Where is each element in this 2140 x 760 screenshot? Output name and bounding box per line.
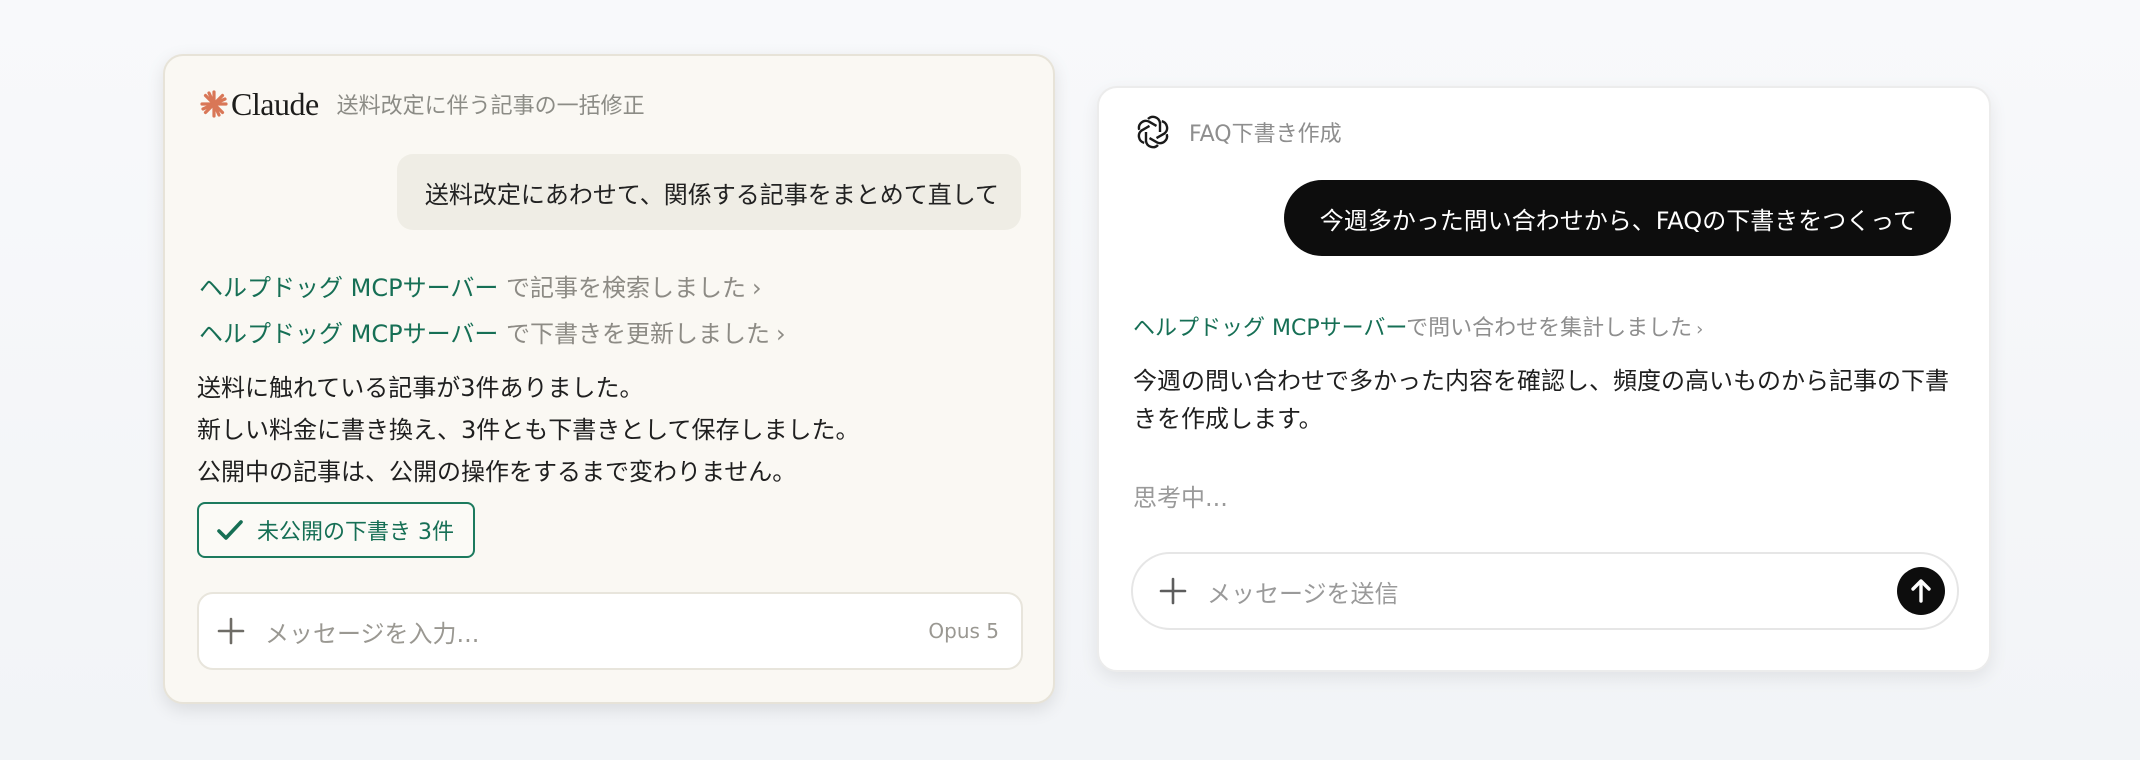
chatgpt-chat-panel: FAQ下書き作成 今週多かった問い合わせから、FAQの下書きをつくって ヘルプド… — [1097, 86, 1991, 672]
openai-logo-icon — [1137, 115, 1169, 149]
message-input-box[interactable]: メッセージを入力... Opus 5 — [197, 592, 1023, 670]
message-input-box[interactable]: メッセージを送信 — [1131, 552, 1959, 630]
response-line: 公開中の記事は、公開の操作をするまで変わりません。 — [197, 458, 797, 486]
draft-badge-label: 未公開の下書き 3件 — [257, 520, 454, 545]
chevron-right-icon: › — [751, 274, 762, 302]
plus-icon[interactable] — [217, 617, 245, 645]
tool-call-search[interactable]: ヘルプドッグ MCPサーバー で記事を検索しました › — [199, 268, 762, 303]
draft-count-badge[interactable]: 未公開の下書き 3件 — [197, 502, 475, 558]
chevron-right-icon: › — [1696, 319, 1704, 340]
tool-server-name: ヘルプドッグ MCPサーバー — [199, 320, 499, 348]
user-message-bubble: 送料改定にあわせて、関係する記事をまとめて直して — [396, 154, 1021, 230]
tool-server-name: ヘルプドッグ MCPサーバー — [199, 274, 499, 302]
send-button[interactable] — [1897, 567, 1945, 615]
chat-title[interactable]: FAQ下書き作成 — [1189, 116, 1342, 148]
tool-action-text: で問い合わせを集計しました — [1406, 316, 1693, 341]
model-selector[interactable]: Opus 5 — [928, 619, 999, 643]
tool-server-name: ヘルプドッグ MCPサーバー — [1133, 316, 1407, 341]
arrow-up-icon — [1911, 579, 1931, 603]
response-line: 新しい料金に書き換え、3件とも下書きとして保存しました。 — [197, 416, 860, 444]
tool-call-aggregate[interactable]: ヘルプドッグ MCPサーバーで問い合わせを集計しました › — [1133, 310, 1703, 342]
check-icon — [217, 520, 243, 540]
message-input-placeholder[interactable]: メッセージを入力... — [265, 614, 928, 649]
response-line: 送料に触れている記事が3件ありました。 — [197, 374, 644, 402]
claude-header: Claude 送料改定に伴う記事の一括修正 — [199, 82, 645, 126]
tool-call-update[interactable]: ヘルプドッグ MCPサーバー で下書きを更新しました › — [199, 314, 786, 349]
claude-brand-name: Claude — [231, 85, 319, 122]
tool-action-text: で記事を検索しました — [498, 274, 746, 302]
user-message-text: 今週多かった問い合わせから、FAQの下書きをつくって — [1319, 206, 1917, 235]
claude-chat-panel: Claude 送料改定に伴う記事の一括修正 送料改定にあわせて、関係する記事をま… — [163, 54, 1055, 704]
tool-action-text: で下書きを更新しました — [498, 320, 770, 348]
user-message-text: 送料改定にあわせて、関係する記事をまとめて直して — [424, 180, 999, 209]
message-input-placeholder[interactable]: メッセージを送信 — [1207, 574, 1897, 609]
assistant-response: 今週の問い合わせで多かった内容を確認し、頻度の高いものから記事の下書きを作成しま… — [1133, 367, 1949, 433]
chat-title[interactable]: 送料改定に伴う記事の一括修正 — [337, 88, 645, 120]
user-message-bubble: 今週多かった問い合わせから、FAQの下書きをつくって — [1283, 180, 1951, 256]
claude-sparkle-icon — [200, 90, 228, 118]
chevron-right-icon: › — [775, 320, 786, 348]
chatgpt-header: FAQ下書き作成 — [1133, 110, 1342, 154]
plus-icon[interactable] — [1159, 577, 1187, 605]
thinking-indicator: 思考中... — [1133, 484, 1228, 512]
